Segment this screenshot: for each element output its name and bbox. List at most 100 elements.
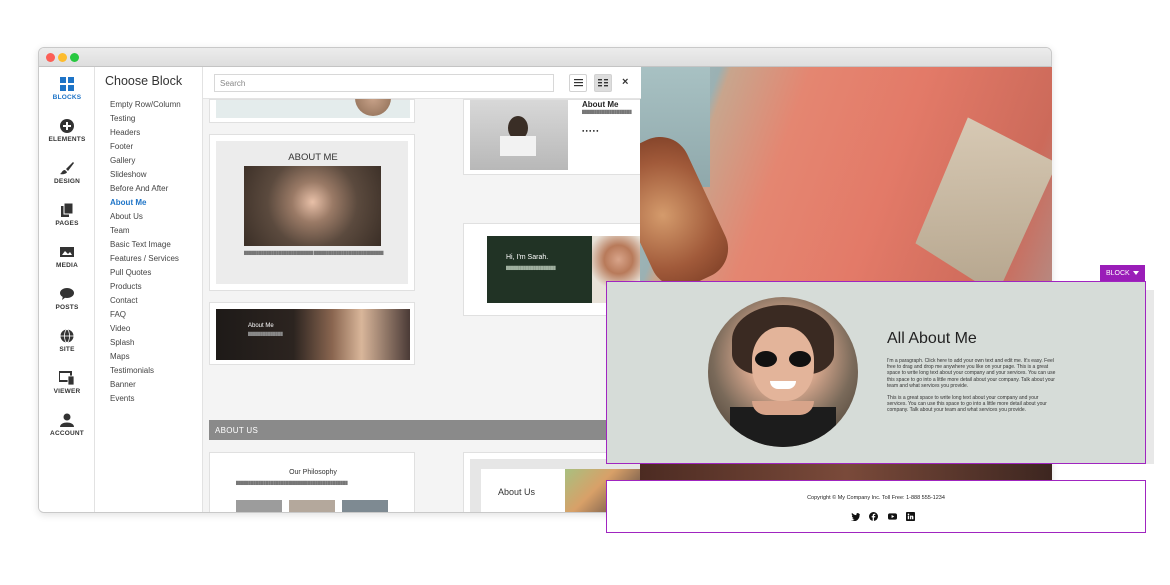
category-faq[interactable]: FAQ xyxy=(110,310,126,319)
category-headers[interactable]: Headers xyxy=(110,128,140,137)
about-paragraph-2: This is a great space to write long text… xyxy=(887,395,1047,414)
category-splash[interactable]: Splash xyxy=(110,338,134,347)
caret-down-icon xyxy=(1133,271,1139,275)
category-testing[interactable]: Testing xyxy=(110,114,135,123)
block-menu-button[interactable]: BLOCK xyxy=(1100,265,1145,281)
category-footer[interactable]: Footer xyxy=(110,142,133,151)
grid-view-button[interactable] xyxy=(594,74,612,92)
block-gallery: × ABOUT ME ████████████████████████████ … xyxy=(203,67,641,512)
rail-design[interactable]: DESIGN xyxy=(39,161,95,185)
rail-viewer[interactable]: VIEWER xyxy=(39,371,95,395)
rail-label: VIEWER xyxy=(53,388,81,395)
category-products[interactable]: Products xyxy=(110,282,142,291)
image-icon xyxy=(60,247,74,257)
rail-posts[interactable]: POSTS xyxy=(39,287,95,311)
youtube-icon[interactable] xyxy=(887,512,897,521)
category-testimonials[interactable]: Testimonials xyxy=(110,366,154,375)
plus-circle-icon xyxy=(60,119,74,133)
category-video[interactable]: Video xyxy=(110,324,130,333)
rail-label: POSTS xyxy=(55,304,79,311)
rail-label: SITE xyxy=(59,346,75,353)
category-slideshow[interactable]: Slideshow xyxy=(110,170,146,179)
category-about-me[interactable]: About Me xyxy=(110,198,146,207)
panel-title: Choose Block xyxy=(105,74,183,88)
thumb-text: ██████████████ xyxy=(248,332,283,336)
linkedin-icon[interactable] xyxy=(906,512,916,522)
thumb-text: ████████████████████ xyxy=(506,266,556,270)
rail-site[interactable]: SITE xyxy=(39,329,95,353)
user-icon xyxy=(60,413,74,427)
globe-icon xyxy=(60,329,74,343)
blocks-icon xyxy=(60,77,74,91)
category-contact[interactable]: Contact xyxy=(110,296,138,305)
category-basic-text-image[interactable]: Basic Text Image xyxy=(110,240,171,249)
block-thumb-about-me-3[interactable]: About Me ██████████████ xyxy=(209,302,415,365)
facebook-icon[interactable] xyxy=(869,512,879,522)
rail-label: BLOCKS xyxy=(52,94,82,101)
selected-about-block[interactable]: All About Me I'm a paragraph. Click here… xyxy=(606,281,1146,464)
search-input[interactable] xyxy=(214,74,554,92)
rail-elements[interactable]: ELEMENTS xyxy=(39,119,95,143)
about-heading: All About Me xyxy=(887,330,977,347)
brush-icon xyxy=(60,162,74,175)
selected-footer-block[interactable]: Copyright © My Company Inc. Toll Free: 1… xyxy=(606,480,1146,533)
rail-media[interactable]: MEDIA xyxy=(39,245,95,269)
block-thumb-about-me-2[interactable]: About Me ████████████████████ ● ● ● ● ● xyxy=(463,99,641,175)
block-thumb-our-philosophy[interactable]: Our Philosophy █████████████████████████… xyxy=(209,452,415,512)
thumb-text: ████████████████████ xyxy=(582,110,632,114)
category-banner[interactable]: Banner xyxy=(110,380,136,389)
rail-label: PAGES xyxy=(55,220,79,227)
category-team[interactable]: Team xyxy=(110,226,130,235)
block-tag-label: BLOCK xyxy=(1106,270,1130,277)
block-thumb-top-partial[interactable] xyxy=(209,80,415,123)
about-paragraph-1: I'm a paragraph. Click here to add your … xyxy=(887,358,1056,389)
thumb-text: ████████████████████████████ xyxy=(314,251,384,255)
rail-account[interactable]: ACCOUNT xyxy=(39,413,95,437)
twitter-icon[interactable] xyxy=(851,512,860,522)
category-empty-row-column[interactable]: Empty Row/Column xyxy=(110,100,181,109)
maximize-window-button[interactable] xyxy=(70,53,79,62)
thumb-photo xyxy=(244,166,381,246)
rail-pages[interactable]: PAGES xyxy=(39,203,95,227)
about-avatar xyxy=(708,297,858,447)
devices-icon xyxy=(59,371,75,385)
category-before-and-after[interactable]: Before And After xyxy=(110,184,168,193)
close-window-button[interactable] xyxy=(46,53,55,62)
thumb-text: ████████████████████████████ xyxy=(244,251,314,255)
thumb-dark-panel: Hi, I'm Sarah. ████████████████████ xyxy=(487,236,592,303)
list-view-icon xyxy=(574,79,583,87)
thumb-heading: About Me xyxy=(582,100,619,109)
chat-bubble-icon xyxy=(60,288,74,300)
rail-label: MEDIA xyxy=(56,262,78,269)
thumb-photo xyxy=(470,100,568,170)
rail-label: DESIGN xyxy=(53,178,81,185)
category-maps[interactable]: Maps xyxy=(110,352,130,361)
thumb-heading: ABOUT ME xyxy=(288,152,338,163)
section-header-about-us: ABOUT US xyxy=(209,420,641,440)
rail-label: ELEMENTS xyxy=(48,136,86,143)
category-gallery[interactable]: Gallery xyxy=(110,156,135,165)
thumb-socials: ● ● ● ● ● xyxy=(582,128,599,133)
grid-view-icon xyxy=(598,79,608,87)
thumb-heading: Hi, I'm Sarah. xyxy=(506,254,549,261)
thumb-text: ████████████████████████████████████████… xyxy=(236,481,348,485)
footer-social-links xyxy=(851,508,920,526)
thumb-heading: Our Philosophy xyxy=(289,469,337,476)
thumb-heading: About Me xyxy=(248,323,274,329)
footer-copyright: Copyright © My Company Inc. Toll Free: 1… xyxy=(807,495,945,501)
minimize-window-button[interactable] xyxy=(58,53,67,62)
category-events[interactable]: Events xyxy=(110,394,134,403)
choose-block-panel: Choose Block Empty Row/Column Testing He… xyxy=(95,67,203,512)
category-about-us[interactable]: About Us xyxy=(110,212,143,221)
gallery-toolbar: × xyxy=(203,67,641,99)
block-thumb-about-me-1[interactable]: ABOUT ME ████████████████████████████ ██… xyxy=(209,134,415,291)
list-view-button[interactable] xyxy=(569,74,587,92)
category-features-services[interactable]: Features / Services xyxy=(110,254,179,263)
tool-rail: BLOCKS ELEMENTS DESIGN PAGES MEDIA POSTS… xyxy=(39,67,95,512)
rail-label: ACCOUNT xyxy=(50,430,84,437)
thumb-heading: About Us xyxy=(498,487,536,497)
category-pull-quotes[interactable]: Pull Quotes xyxy=(110,268,151,277)
close-panel-button[interactable]: × xyxy=(622,76,628,88)
rail-blocks[interactable]: BLOCKS xyxy=(39,77,95,101)
block-shadow xyxy=(1146,290,1154,464)
